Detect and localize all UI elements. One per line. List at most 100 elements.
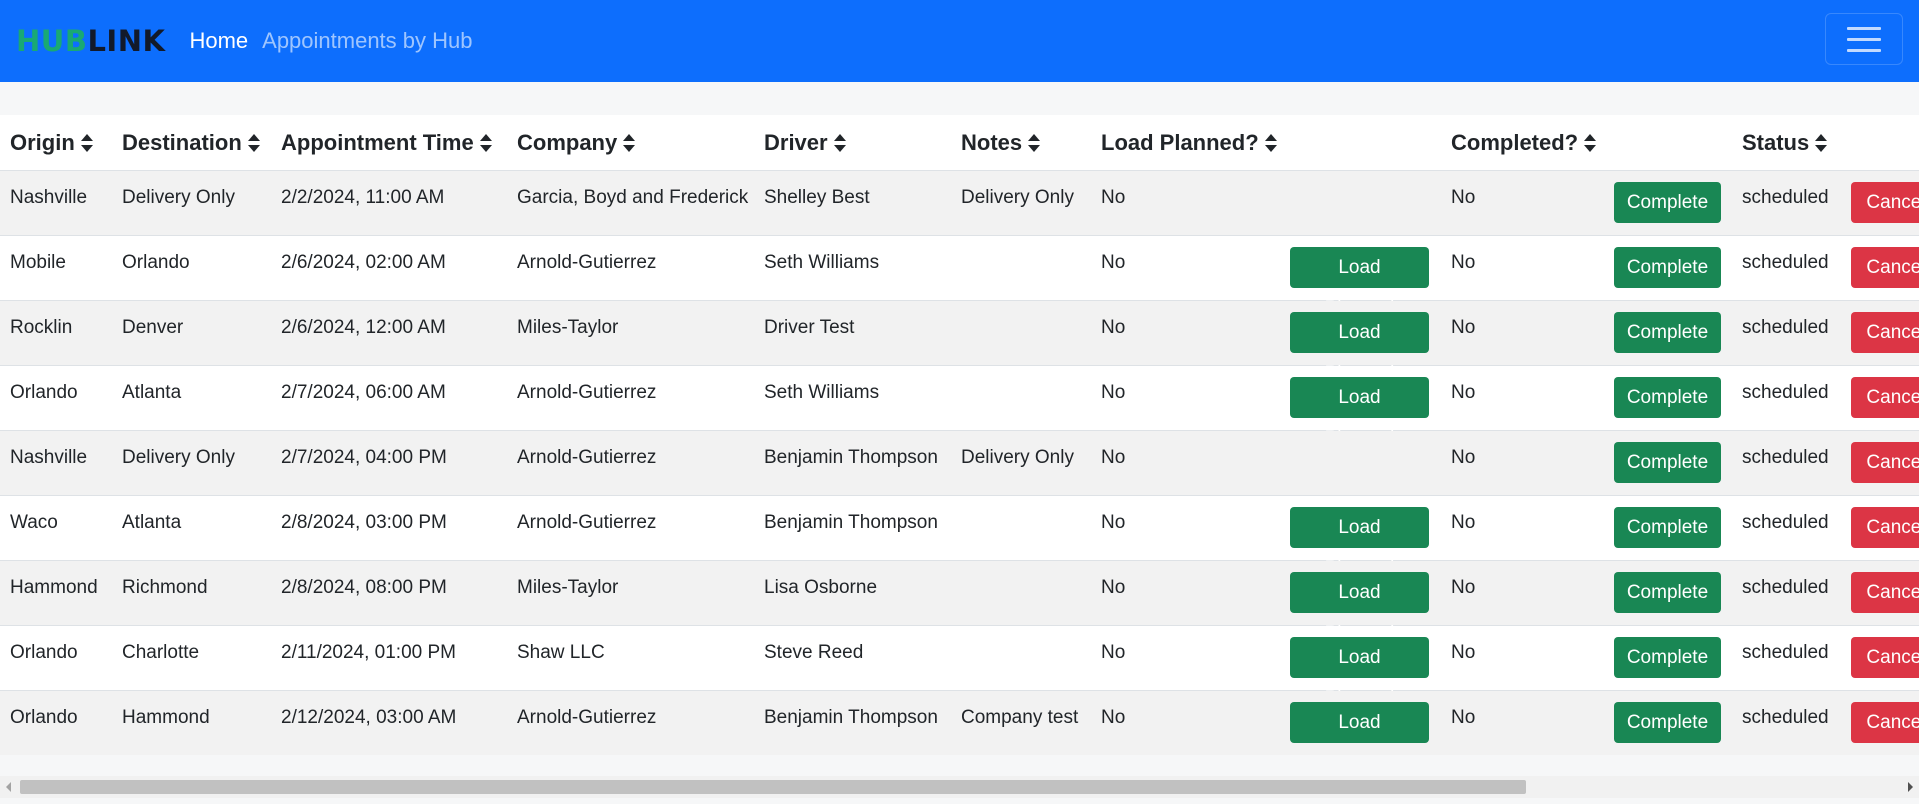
header-label: Load Planned? [1101,130,1259,155]
cell-destination: Denver [122,317,184,338]
cell-company: Shaw LLC [517,642,605,663]
cancel-button[interactable]: Cancel [1851,247,1919,288]
cell-destination: Charlotte [122,642,200,663]
hamburger-icon [1847,48,1881,52]
cell-notes: Delivery Only [961,447,1074,468]
load-planned-button[interactable]: Load Planned [1290,572,1429,644]
header-notes[interactable]: Notes [961,115,1041,170]
cell-load-planned: No [1101,512,1126,533]
cell-appointment-time: 2/6/2024, 12:00 AM [281,317,446,338]
header-appointment-time[interactable]: Appointment Time [281,115,492,170]
header-label: Origin [10,130,75,155]
sort-icon[interactable] [833,134,846,152]
cell-origin: Orlando [10,382,78,403]
sort-icon[interactable] [623,134,636,152]
cell-appointment-time: 2/6/2024, 02:00 AM [281,252,446,273]
brand-hub: HUB [16,24,88,58]
cancel-button[interactable]: Cancel [1851,572,1919,613]
cancel-button[interactable]: Cancel [1851,442,1919,483]
sort-icon[interactable] [1584,134,1597,152]
cell-destination: Delivery Only [122,187,235,208]
cell-driver: Steve Reed [764,642,864,663]
sort-icon[interactable] [1815,134,1828,152]
cell-origin: Rocklin [10,317,73,338]
page-bottom [0,798,1919,804]
scrollbar-thumb[interactable] [20,780,1526,794]
load-planned-button[interactable]: Load Planned [1290,377,1429,449]
cell-destination: Orlando [122,252,190,273]
cell-driver: Benjamin Thompson [764,707,938,728]
cell-status: scheduled [1742,252,1829,273]
header-label: Completed? [1451,130,1579,155]
cell-driver: Benjamin Thompson [764,512,938,533]
sort-icon[interactable] [247,134,260,152]
cell-notes: Company test [961,707,1079,728]
complete-button[interactable]: Complete [1614,377,1721,418]
cell-notes: Delivery Only [961,187,1074,208]
cell-company: Miles-Taylor [517,317,619,338]
cell-company: Arnold-Gutierrez [517,252,657,273]
cell-origin: Orlando [10,642,78,663]
table-row: Nashville Delivery Only 2/7/2024, 04:00 PM… [0,431,1919,496]
complete-button[interactable]: Complete [1614,702,1721,743]
header-completed[interactable]: Completed? [1451,115,1597,170]
cell-completed: No [1451,512,1476,533]
cell-driver: Shelley Best [764,187,870,208]
nav-appointments-link[interactable]: Appointments by Hub [262,28,472,54]
cancel-button[interactable]: Cancel [1851,637,1919,678]
complete-button[interactable]: Complete [1614,507,1721,548]
header-status[interactable]: Status [1742,115,1828,170]
cell-origin: Orlando [10,707,78,728]
sort-icon[interactable] [80,134,93,152]
cell-load-planned: No [1101,317,1126,338]
header-label: Company [517,130,618,155]
scroll-right-arrow-icon[interactable] [1908,782,1913,792]
load-planned-button[interactable]: Load Planned [1290,702,1429,755]
cell-destination: Richmond [122,577,208,598]
brand-logo[interactable]: HUBLINK [16,24,165,58]
complete-button[interactable]: Complete [1614,182,1721,223]
complete-button[interactable]: Complete [1614,442,1721,483]
cell-completed: No [1451,317,1476,338]
cell-completed: No [1451,187,1476,208]
header-driver[interactable]: Driver [764,115,846,170]
navbar-toggler-button[interactable] [1825,13,1903,65]
cell-appointment-time: 2/8/2024, 03:00 PM [281,512,447,533]
load-planned-button[interactable]: Load Planned [1290,637,1429,709]
header-label: Destination [122,130,242,155]
cell-appointment-time: 2/2/2024, 11:00 AM [281,187,445,208]
header-origin[interactable]: Origin [10,115,93,170]
header-load-planned[interactable]: Load Planned? [1101,115,1277,170]
load-planned-button[interactable]: Load Planned [1290,507,1429,579]
complete-button[interactable]: Complete [1614,572,1721,613]
sort-icon[interactable] [1028,134,1041,152]
cell-appointment-time: 2/11/2024, 01:00 PM [281,642,456,663]
cell-driver: Lisa Osborne [764,577,878,598]
cell-destination: Hammond [122,707,210,728]
complete-button[interactable]: Complete [1614,247,1721,288]
cell-driver: Seth Williams [764,382,880,403]
header-company[interactable]: Company [517,115,636,170]
cancel-button[interactable]: Cancel [1851,182,1919,223]
cell-origin: Hammond [10,577,98,598]
sort-icon[interactable] [1264,134,1277,152]
header-label: Notes [961,130,1023,155]
cell-company: Garcia, Boyd and Frederick [517,187,749,208]
header-destination[interactable]: Destination [122,115,260,170]
complete-button[interactable]: Complete [1614,312,1721,353]
cell-company: Arnold-Gutierrez [517,512,657,533]
cancel-button[interactable]: Cancel [1851,377,1919,418]
scroll-left-arrow-icon[interactable] [6,782,11,792]
sort-icon[interactable] [479,134,492,152]
cancel-button[interactable]: Cancel [1851,312,1919,353]
load-planned-button[interactable]: Load Planned [1290,312,1429,384]
cancel-button[interactable]: Cancel [1851,507,1919,548]
cell-load-planned: No [1101,577,1126,598]
load-planned-button[interactable]: Load Planned [1290,247,1429,319]
cell-load-planned: No [1101,252,1126,273]
cancel-button[interactable]: Cancel [1851,702,1919,743]
nav-home-link[interactable]: Home [189,28,248,54]
horizontal-scrollbar[interactable] [0,776,1919,798]
complete-button[interactable]: Complete [1614,637,1721,678]
cell-load-planned: No [1101,187,1126,208]
